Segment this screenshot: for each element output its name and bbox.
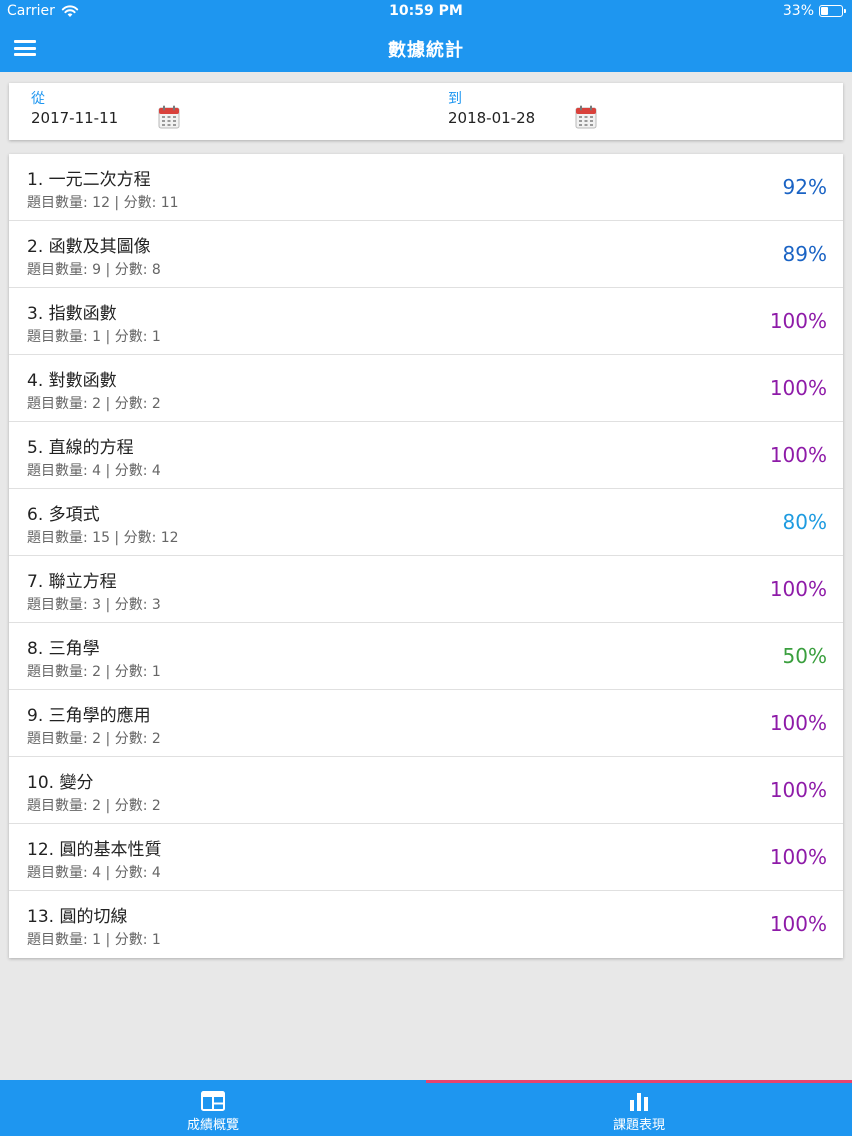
topic-percent: 89%	[782, 242, 827, 266]
topic-row[interactable]: 1. 一元二次方程 題目數量: 12 | 分數: 11 92%	[9, 154, 843, 221]
topic-row[interactable]: 12. 圓的基本性質 題目數量: 4 | 分數: 4 100%	[9, 824, 843, 891]
topic-percent: 92%	[782, 175, 827, 199]
date-from-group[interactable]: 從 2017-11-11	[31, 83, 291, 140]
topic-row[interactable]: 5. 直線的方程 題目數量: 4 | 分數: 4 100%	[9, 422, 843, 489]
tab-label: 課題表現	[612, 1118, 665, 1133]
calendar-icon[interactable]	[575, 105, 597, 129]
topic-name: 4. 對數函數	[27, 371, 117, 391]
topic-percent: 100%	[769, 577, 827, 601]
topic-name: 12. 圓的基本性質	[27, 840, 162, 860]
topic-name: 1. 一元二次方程	[27, 170, 151, 190]
topic-stats: 題目數量: 1 | 分數: 1	[27, 932, 161, 948]
nav-bar: 數據統計	[0, 24, 852, 72]
topic-stats: 題目數量: 1 | 分數: 1	[27, 329, 161, 345]
dashboard-icon	[201, 1091, 225, 1111]
topic-row[interactable]: 13. 圓的切線 題目數量: 1 | 分數: 1 100%	[9, 891, 843, 958]
active-tab-indicator	[426, 1080, 852, 1083]
topic-stats: 題目數量: 3 | 分數: 3	[27, 597, 161, 613]
topic-row[interactable]: 4. 對數函數 題目數量: 2 | 分數: 2 100%	[9, 355, 843, 422]
topic-percent: 80%	[782, 510, 827, 534]
topic-percent: 100%	[769, 443, 827, 467]
topic-stats: 題目數量: 2 | 分數: 2	[27, 396, 161, 412]
date-to-label: 到	[448, 91, 462, 107]
topic-stats: 題目數量: 4 | 分數: 4	[27, 865, 161, 881]
tab-bar: 成績概覽 課題表現	[0, 1080, 852, 1136]
calendar-icon[interactable]	[158, 105, 180, 129]
status-bar: Carrier 10:59 PM 33%	[0, 0, 852, 24]
topic-row[interactable]: 8. 三角學 題目數量: 2 | 分數: 1 50%	[9, 623, 843, 690]
topic-name: 13. 圓的切線	[27, 907, 128, 927]
topic-percent: 100%	[769, 309, 827, 333]
battery-status: 33%	[782, 3, 846, 19]
topic-stats: 題目數量: 9 | 分數: 8	[27, 262, 161, 278]
topic-percent: 100%	[769, 711, 827, 735]
topic-row[interactable]: 2. 函數及其圖像 題目數量: 9 | 分數: 8 89%	[9, 221, 843, 288]
topic-stats: 題目數量: 2 | 分數: 2	[27, 731, 161, 747]
topic-row[interactable]: 10. 變分 題目數量: 2 | 分數: 2 100%	[9, 757, 843, 824]
battery-percent: 33%	[782, 3, 814, 19]
date-to-value[interactable]: 2018-01-28	[448, 109, 535, 127]
topic-stats: 題目數量: 12 | 分數: 11	[27, 195, 179, 211]
topic-stats: 題目數量: 15 | 分數: 12	[27, 530, 179, 546]
topic-row[interactable]: 3. 指數函數 題目數量: 1 | 分數: 1 100%	[9, 288, 843, 355]
topic-stats: 題目數量: 2 | 分數: 1	[27, 664, 161, 680]
tab-overview[interactable]: 成績概覽	[0, 1080, 426, 1136]
tab-topic-performance[interactable]: 課題表現	[426, 1080, 852, 1136]
topic-name: 7. 聯立方程	[27, 572, 117, 592]
app-root: Carrier 10:59 PM 33% 數據統計 從 2017-11-11 到…	[0, 0, 852, 1136]
header: Carrier 10:59 PM 33% 數據統計	[0, 0, 852, 72]
topic-stats: 題目數量: 2 | 分數: 2	[27, 798, 161, 814]
bar-chart-icon	[630, 1093, 648, 1111]
topic-row[interactable]: 9. 三角學的應用 題目數量: 2 | 分數: 2 100%	[9, 690, 843, 757]
topic-percent: 100%	[769, 912, 827, 936]
topic-percent: 50%	[782, 644, 827, 668]
topic-percent: 100%	[769, 845, 827, 869]
date-from-label: 從	[31, 91, 45, 107]
tab-label: 成績概覽	[186, 1118, 239, 1133]
battery-icon	[819, 5, 846, 17]
page-title: 數據統計	[388, 40, 464, 61]
topic-percent: 100%	[769, 778, 827, 802]
topic-name: 2. 函數及其圖像	[27, 237, 151, 257]
topic-row[interactable]: 7. 聯立方程 題目數量: 3 | 分數: 3 100%	[9, 556, 843, 623]
topic-row[interactable]: 6. 多項式 題目數量: 15 | 分數: 12 80%	[9, 489, 843, 556]
topic-percent: 100%	[769, 376, 827, 400]
date-from-value[interactable]: 2017-11-11	[31, 109, 118, 127]
topic-stats: 題目數量: 4 | 分數: 4	[27, 463, 161, 479]
topic-list: 1. 一元二次方程 題目數量: 12 | 分數: 11 92% 2. 函數及其圖…	[9, 154, 843, 958]
topic-name: 6. 多項式	[27, 505, 100, 525]
date-to-group[interactable]: 到 2018-01-28	[448, 83, 708, 140]
status-time: 10:59 PM	[389, 3, 463, 19]
date-range-filter: 從 2017-11-11 到 2018-01-28	[9, 83, 843, 140]
topic-name: 3. 指數函數	[27, 304, 117, 324]
topic-name: 8. 三角學	[27, 639, 100, 659]
topic-name: 9. 三角學的應用	[27, 706, 151, 726]
topic-name: 5. 直線的方程	[27, 438, 134, 458]
topic-name: 10. 變分	[27, 773, 94, 793]
